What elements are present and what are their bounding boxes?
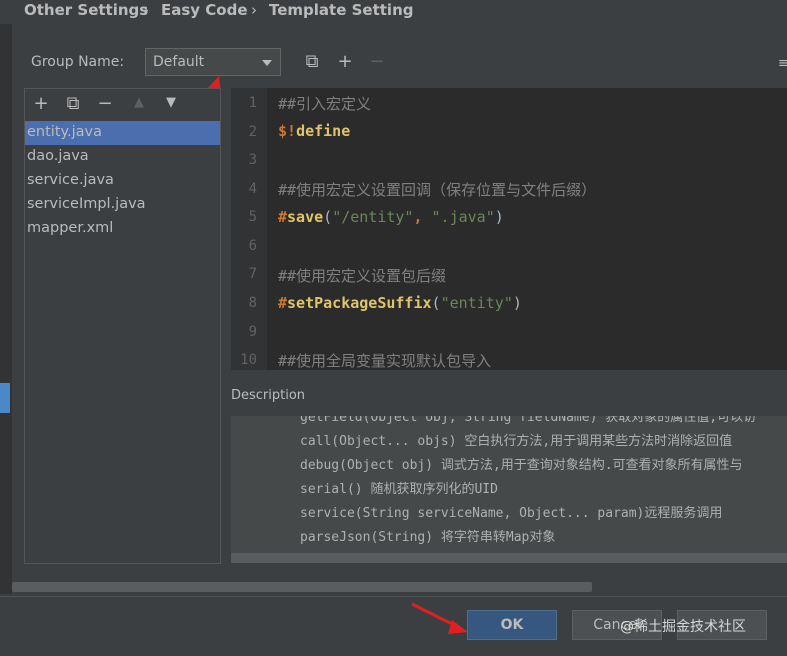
code-line-2: $!define <box>278 122 350 140</box>
description-line: serial() 随机获取序列化的UID <box>300 482 498 497</box>
template-file-list: entity.java dao.java service.java servic… <box>25 121 220 241</box>
code-token: ( <box>323 208 333 226</box>
line-number: 9 <box>248 324 257 340</box>
description-horizontal-scrollbar[interactable] <box>231 553 787 563</box>
line-number: 3 <box>248 152 257 168</box>
code-token: ) <box>494 208 504 226</box>
description-box[interactable]: getField(Object obj, String fieldName) 获… <box>231 416 787 563</box>
code-token: $! <box>278 122 297 140</box>
line-number: 2 <box>248 124 257 140</box>
description-line: service(String serviceName, Object... pa… <box>300 506 723 521</box>
watermark: @稀土掘金技术社区 <box>620 619 746 635</box>
line-number: 5 <box>248 209 257 225</box>
minus-icon[interactable]: − <box>95 95 115 113</box>
line-number: 7 <box>248 266 257 282</box>
description-line: debug(Object obj) 调式方法,用于查询对象结构.可查看对象所有属… <box>300 458 743 473</box>
description-line: parseJson(String) 将字符串转Map对象 <box>300 530 556 545</box>
code-token: ) <box>512 294 522 312</box>
code-token: save <box>287 208 324 226</box>
description-line: getField(Object obj, String fieldName) 获… <box>300 416 757 425</box>
copy-icon[interactable]: ⧉ <box>63 95 83 113</box>
list-item[interactable]: service.java <box>25 169 220 193</box>
code-token: ( <box>431 294 441 312</box>
line-number: 10 <box>240 352 257 368</box>
list-item[interactable]: dao.java <box>25 145 220 169</box>
file-toolbar: + ⧉ − ▲ ▼ <box>25 89 220 119</box>
line-number: 8 <box>248 295 257 311</box>
code-line-8: #setPackageSuffix("entity") <box>278 294 522 312</box>
code-token: ".java" <box>431 208 495 226</box>
code-line-4: ##使用宏定义设置回调（保存位置与文件后缀） <box>278 181 597 199</box>
description-line: call(Object... objs) 空白执行方法,用于调用某些方法时消除返… <box>300 434 733 449</box>
arrow-down-icon[interactable]: ▼ <box>161 94 181 112</box>
code-token: "entity" <box>440 294 513 312</box>
description-label: Description <box>231 388 306 403</box>
code-line-7: ##使用宏定义设置包后缀 <box>278 267 447 285</box>
code-token: # <box>278 208 288 226</box>
line-number-gutter: 1 2 3 4 5 6 7 8 9 10 <box>231 88 267 370</box>
code-token: "/entity" <box>332 208 414 226</box>
code-line-1: ##引入宏定义 <box>278 95 372 113</box>
horizontal-scrollbar[interactable] <box>12 582 592 592</box>
template-editor[interactable]: 1 2 3 4 5 6 7 8 9 10 ##引入宏定义 $!define ##… <box>231 88 787 370</box>
list-item[interactable]: entity.java <box>25 121 220 145</box>
code-token: define <box>296 122 351 140</box>
line-number: 4 <box>248 181 257 197</box>
list-item[interactable]: mapper.xml <box>25 217 220 241</box>
plus-icon[interactable]: + <box>31 95 51 113</box>
list-item[interactable]: serviceImpl.java <box>25 193 220 217</box>
code-token: # <box>278 294 288 312</box>
code-line-5: #save("/entity", ".java") <box>278 208 504 226</box>
template-file-panel: + ⧉ − ▲ ▼ entity.java dao.java service.j… <box>24 88 221 564</box>
code-token: , <box>413 208 432 226</box>
code-line-10: ##使用全局变量实现默认包导入 <box>278 352 492 370</box>
code-token: setPackageSuffix <box>287 294 432 312</box>
line-number: 6 <box>248 238 257 254</box>
ok-button[interactable]: OK <box>467 610 557 640</box>
arrow-up-icon[interactable]: ▲ <box>129 94 149 112</box>
footer-divider <box>0 596 787 597</box>
line-number: 1 <box>248 95 257 111</box>
